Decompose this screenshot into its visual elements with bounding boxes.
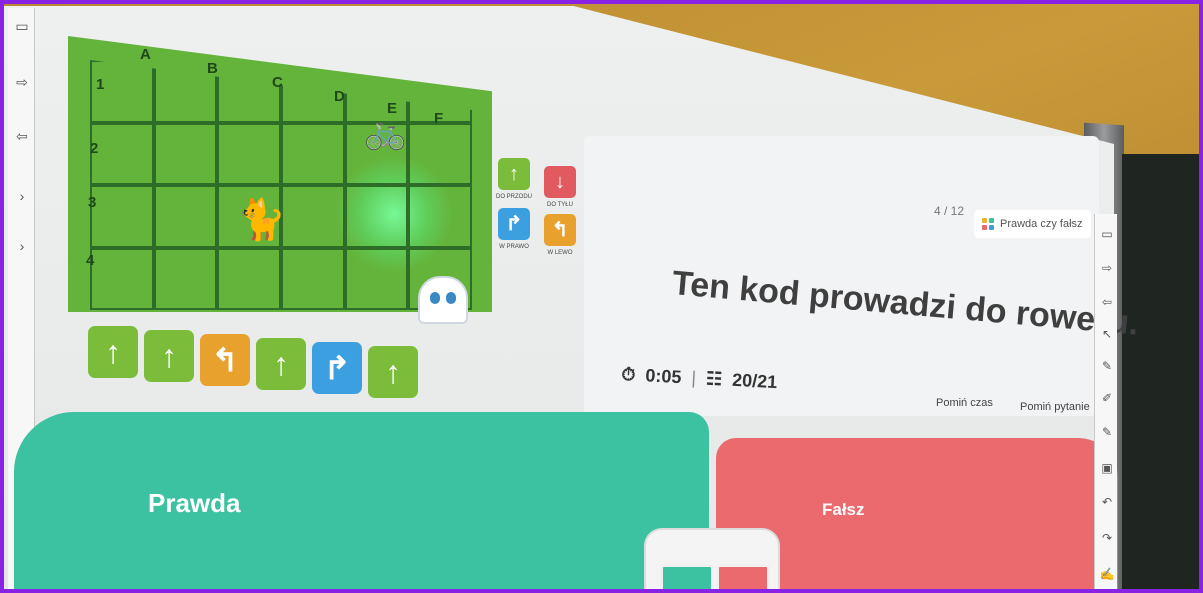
grid-cell — [408, 185, 472, 248]
answer-true-button[interactable]: Prawda — [14, 412, 709, 589]
robot-eye — [446, 292, 456, 304]
robot-eye — [430, 292, 440, 304]
device-true-button — [660, 564, 714, 589]
column-label: F — [434, 110, 444, 127]
chalkboard — [1122, 154, 1199, 589]
prev-arrow-icon[interactable]: ⇦ — [14, 128, 30, 144]
next-arrow-icon[interactable]: ⇨ — [14, 74, 30, 90]
column-label: A — [140, 46, 151, 63]
grid-cell — [217, 247, 281, 310]
legend-label: W PRAWO — [499, 244, 529, 250]
program-step-arrow-up-icon[interactable]: ↑ — [88, 326, 138, 378]
program-step-arrow-up-icon[interactable]: ↑ — [144, 330, 194, 382]
column-label: B — [207, 60, 218, 77]
stopwatch-icon: ⏱ — [620, 364, 637, 385]
program-step-arrow-up-icon[interactable]: ↑ — [256, 338, 306, 390]
skip-time-button[interactable]: Pomiń czas — [932, 388, 997, 418]
redo-icon[interactable]: ↷ — [1099, 530, 1115, 546]
program-step-turn-right-icon[interactable]: ↱ — [312, 342, 362, 394]
cursor-icon[interactable]: ↖ — [1099, 326, 1115, 342]
right-toolbar: ▭ ⇨ ⇦ ↖ ✎ ✐ ✎ ▣ ↶ ↷ ✍ — [1094, 214, 1117, 589]
prev-arrow-icon[interactable]: ⇦ — [1099, 294, 1115, 310]
grid-cell — [90, 122, 154, 185]
column-label: C — [272, 74, 283, 91]
page-icon[interactable]: ▭ — [1099, 226, 1115, 242]
row-label: 4 — [86, 252, 95, 269]
page-icon[interactable]: ▭ — [14, 18, 30, 34]
grid-cell — [344, 247, 409, 310]
grid-cell — [344, 185, 409, 248]
highlighter-icon[interactable]: ✐ — [1099, 390, 1115, 406]
separator: | — [690, 367, 697, 388]
cat-icon: 🐈 — [236, 198, 286, 242]
question-counter: 4 / 12 — [934, 204, 965, 218]
bicycle-icon: 🚲 — [364, 113, 407, 151]
undo-icon[interactable]: ↶ — [1099, 494, 1115, 510]
save-icon[interactable]: ▣ — [1099, 460, 1115, 476]
eraser-icon[interactable]: ✎ — [1099, 424, 1115, 440]
arrow-up-icon: ↑ — [498, 158, 530, 190]
grid-cell — [281, 122, 345, 185]
row-label: 1 — [96, 76, 105, 93]
grid-cell — [281, 247, 345, 310]
program-step-arrow-up-icon[interactable]: ↑ — [368, 346, 418, 398]
timer-value: 0:05 — [644, 365, 682, 388]
pointer-icon[interactable]: › — [14, 188, 30, 204]
answer-false-label: Fałsz — [822, 500, 865, 519]
turn-left-icon: ↰ — [544, 214, 576, 246]
legend-label: DO PRZODU — [496, 194, 532, 200]
legend-label: W LEWO — [547, 250, 573, 256]
quiz-type-icon — [982, 218, 994, 230]
next-arrow-icon[interactable]: ⇨ — [1099, 260, 1115, 276]
text-tool-icon[interactable]: ✍ — [1099, 566, 1115, 582]
arrow-down-icon: ↓ — [544, 166, 576, 198]
robot-icon — [418, 276, 468, 324]
expand-icon[interactable]: › — [14, 238, 30, 254]
program-step-turn-left-icon[interactable]: ↰ — [200, 334, 250, 386]
question-type-badge: Prawda czy fałsz — [974, 210, 1091, 238]
grid-cell — [90, 247, 154, 310]
grid-cell — [217, 122, 281, 185]
turn-right-icon: ↱ — [498, 208, 530, 240]
participants-icon: ☷ — [705, 368, 723, 390]
row-label: 2 — [90, 140, 99, 157]
device-false-button — [716, 564, 770, 589]
question-type-label: Prawda czy fałsz — [1000, 218, 1083, 230]
grid-cell — [408, 122, 472, 185]
answer-true-label: Prawda — [148, 488, 241, 518]
legend-label: DO TYŁU — [547, 202, 573, 208]
skip-question-button[interactable]: Pomiń pytanie — [1016, 392, 1094, 422]
grid-cell — [281, 185, 345, 248]
grid-cell — [153, 185, 218, 248]
row-label: 3 — [88, 194, 97, 211]
grid-cell — [90, 185, 154, 248]
answered-count: 20/21 — [731, 369, 778, 393]
grid-cell — [153, 122, 218, 185]
pen-icon[interactable]: ✎ — [1099, 358, 1115, 374]
grid-cell — [153, 247, 218, 310]
controller-device — [644, 528, 780, 589]
column-label: D — [334, 88, 345, 105]
screenshot-frame: ▭ ⇨ ⇦ › › A B C D E F 1 2 3 4 🚲 🐈 ↑ DO PR… — [0, 0, 1203, 593]
